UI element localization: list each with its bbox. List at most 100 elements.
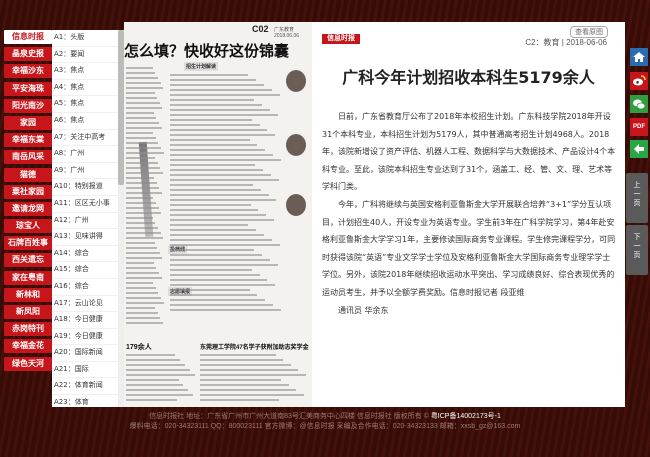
pdf-label: PDF bbox=[633, 124, 645, 130]
newspaper-text-line bbox=[200, 399, 279, 401]
newspaper-text-line bbox=[170, 74, 249, 76]
newspaper-text-line bbox=[126, 132, 153, 134]
newspaper-text-line bbox=[126, 127, 162, 129]
article-paragraph: 日前，广东省教育厅公布了2018年本校招生计划。广东科技学院2018年开设31个… bbox=[322, 112, 616, 192]
newspaper-text-column bbox=[126, 354, 196, 404]
newspaper-text-line bbox=[126, 232, 161, 234]
newspaper-text-line bbox=[170, 199, 277, 201]
section-list-item[interactable]: A14：综合 bbox=[52, 246, 118, 263]
edition-tab[interactable]: 石牌百姓事 bbox=[4, 236, 52, 251]
newspaper-text-line bbox=[170, 194, 269, 196]
edition-tab[interactable]: 平安海珠 bbox=[4, 81, 52, 96]
edition-tab[interactable]: 邀请龙网 bbox=[4, 201, 52, 216]
footer-address: 信息时报社 地址：广东省广州市广州大道南83号汇美商务中心四楼 信息时报社 版权… bbox=[149, 413, 429, 420]
newspaper-text-line bbox=[126, 117, 157, 119]
section-list-item[interactable]: A20：国际新闻 bbox=[52, 345, 118, 362]
newspaper-text-line bbox=[126, 384, 184, 386]
edition-tab[interactable]: 信息时报 bbox=[4, 30, 52, 44]
edition-tab[interactable]: 粟社家园 bbox=[4, 184, 52, 199]
edition-tab[interactable]: 晶泉史报 bbox=[4, 47, 52, 62]
section-list-item[interactable]: A15：综合 bbox=[52, 262, 118, 279]
newspaper-edition-tabs: 信息时报晶泉史报幸福沙东平安海珠阳光南沙家园幸福东棠南岳风采猫德粟社家园邀请龙网… bbox=[0, 30, 52, 374]
next-page-button[interactable]: 下一页 bbox=[626, 225, 648, 275]
section-list-item[interactable]: A7：关注中高考 bbox=[52, 130, 118, 147]
edition-tab[interactable]: 家园 bbox=[4, 115, 52, 130]
newspaper-text-line bbox=[126, 192, 163, 194]
newspaper-text-line bbox=[126, 212, 162, 214]
section-list-item[interactable]: A23：体育 bbox=[52, 395, 118, 407]
section-list-item[interactable]: A8：广州 bbox=[52, 146, 118, 163]
newspaper-text-line bbox=[126, 197, 154, 199]
newspaper-text-line bbox=[170, 269, 252, 271]
reporter-photo bbox=[286, 70, 306, 92]
newspaper-text-line bbox=[170, 174, 271, 176]
previous-page-button[interactable]: 上一页 bbox=[626, 173, 648, 223]
section-list-item[interactable]: A12：广州 bbox=[52, 213, 118, 230]
article-paragraph: 今年，广科将继续与英国安格利亚鲁斯金大学开展联合培养“3+1”学分互认项目，计划… bbox=[322, 199, 616, 297]
newspaper-text-line bbox=[170, 279, 268, 281]
newspaper-page-scan[interactable]: C02 广东教育 2018.06.06 怎么填？快收好这份锦囊 招生计划解读 投… bbox=[124, 22, 312, 407]
edition-tab[interactable]: 幸福东棠 bbox=[4, 133, 52, 148]
newspaper-text-line bbox=[170, 99, 254, 101]
footer-icp[interactable]: 粤ICP备14002173号-1 bbox=[431, 413, 501, 420]
edition-tab[interactable]: 绿色天河 bbox=[4, 356, 52, 371]
section-list-item[interactable]: A3：焦点 bbox=[52, 63, 118, 80]
edition-tab[interactable]: 新凤阳 bbox=[4, 305, 52, 319]
section-list-item[interactable]: A17：云山论见 bbox=[52, 296, 118, 313]
section-list-item[interactable]: A18：今日健康 bbox=[52, 312, 118, 329]
edition-tab[interactable]: 赤岗特刊 bbox=[4, 322, 52, 337]
newspaper-page-id: C02 bbox=[252, 24, 269, 34]
edition-tab[interactable]: 幸福金花 bbox=[4, 339, 52, 354]
section-list-item[interactable]: A22：体育新闻 bbox=[52, 378, 118, 396]
newspaper-text-line bbox=[126, 67, 153, 69]
edition-tab[interactable]: 南岳风采 bbox=[4, 150, 52, 165]
article-panel: 信息时报 查看原图 C2：教育 | 2018-06-06 广科今年计划招收本科生… bbox=[312, 22, 625, 407]
newspaper-text-line bbox=[170, 109, 270, 111]
newspaper-text-line bbox=[126, 242, 155, 244]
newspaper-text-line bbox=[126, 272, 160, 274]
newspaper-text-line bbox=[170, 189, 261, 191]
newspaper-text-line bbox=[200, 359, 284, 361]
newspaper-text-line bbox=[170, 114, 278, 116]
newspaper-text-line bbox=[126, 152, 164, 154]
section-list-item[interactable]: A5：焦点 bbox=[52, 96, 118, 113]
newspaper-text-line bbox=[170, 274, 260, 276]
newspaper-text-line bbox=[170, 159, 281, 161]
newspaper-text-line bbox=[126, 374, 195, 376]
section-list-item[interactable]: A19：今日健康 bbox=[52, 329, 118, 346]
newspaper-text-line bbox=[126, 292, 159, 294]
newspaper-text-line bbox=[200, 369, 299, 371]
section-list-item[interactable]: A4：焦点 bbox=[52, 80, 118, 97]
edition-tab[interactable]: 家在粤南 bbox=[4, 270, 52, 285]
edition-tab[interactable]: 幸福沙东 bbox=[4, 64, 52, 79]
edition-tab[interactable]: 阳光南沙 bbox=[4, 98, 52, 113]
newspaper-text-line bbox=[170, 229, 257, 231]
publication-logo: 信息时报 bbox=[322, 34, 360, 44]
back-arrow-icon[interactable] bbox=[630, 140, 648, 158]
section-list-item[interactable]: A10：特别报道 bbox=[52, 179, 118, 196]
section-list-item[interactable]: A1：头版 bbox=[52, 30, 118, 47]
section-list-item[interactable]: A6：焦点 bbox=[52, 113, 118, 130]
newspaper-text-line bbox=[170, 239, 272, 241]
newspaper-text-line bbox=[126, 227, 158, 229]
section-list-item[interactable]: A9：广州 bbox=[52, 163, 118, 180]
weibo-share-icon[interactable] bbox=[630, 72, 648, 90]
newspaper-text-line bbox=[170, 164, 256, 166]
newspaper-text-line bbox=[170, 304, 274, 306]
section-list-item[interactable]: A2：要闻 bbox=[52, 47, 118, 64]
edition-tab[interactable]: 猫德 bbox=[4, 167, 52, 182]
edition-tab[interactable]: 新林和 bbox=[4, 287, 52, 302]
newspaper-text-line bbox=[170, 219, 275, 221]
edition-tab[interactable]: 琼宝人 bbox=[4, 219, 52, 234]
section-list-item[interactable]: A13：见味讲得 bbox=[52, 229, 118, 246]
newspaper-text-line bbox=[126, 72, 156, 74]
edition-tab[interactable]: 西关遗忘 bbox=[4, 253, 52, 268]
section-list-item[interactable]: A11：区区无小事 bbox=[52, 196, 118, 213]
pdf-download-icon[interactable]: PDF bbox=[630, 118, 648, 136]
newspaper-text-line bbox=[170, 84, 265, 86]
newspaper-text-line bbox=[126, 187, 160, 189]
wechat-share-icon[interactable] bbox=[630, 95, 648, 113]
section-list-item[interactable]: A21：国际 bbox=[52, 362, 118, 379]
home-icon[interactable] bbox=[630, 48, 648, 66]
section-list-item[interactable]: A16：综合 bbox=[52, 279, 118, 296]
